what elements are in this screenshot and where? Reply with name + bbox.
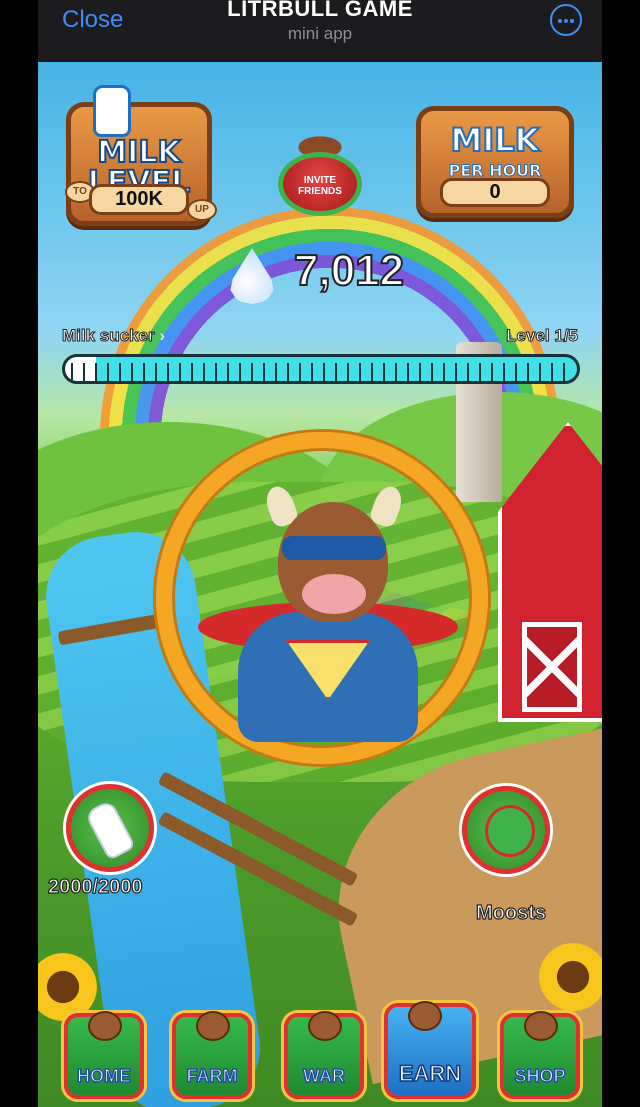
tag-right: UP (187, 199, 217, 221)
invite-label: FRIENDS (298, 186, 342, 197)
milk-bottle-icon (93, 85, 131, 137)
mini-app-header: Close LITRBULL GAME mini app (38, 0, 602, 62)
invite-badge: INVITE FRIENDS (278, 152, 362, 216)
rank-name: Milk sucker (62, 326, 156, 346)
nav-farm[interactable]: FARM (168, 977, 256, 1099)
more-options-icon[interactable] (550, 4, 582, 36)
cow-icon (524, 1011, 558, 1041)
moosts-label: Moosts (475, 901, 546, 924)
energy-boost-button[interactable] (66, 784, 154, 872)
nav-earn[interactable]: EARN (380, 967, 480, 1099)
rank-link[interactable]: Milk sucker › (62, 326, 166, 346)
level-indicator: Level 1/5 (506, 326, 579, 346)
nav-label: FARM (186, 1065, 239, 1087)
milk-per-hour-title: MILK (450, 120, 541, 160)
milk-per-hour-sign[interactable]: MILK PER HOUR 0 (416, 106, 574, 218)
milk-level-sign[interactable]: MILK LEVEL TO UP 100K (65, 85, 217, 226)
invite-friends-button[interactable]: INVITE FRIENDS (270, 122, 370, 222)
bull-icon (408, 1001, 442, 1031)
hero-cow-icon (485, 805, 535, 857)
game-screen: MILK LEVEL TO UP 100K INVITE FRIENDS MIL… (38, 62, 602, 1107)
milk-bottle-icon (84, 799, 136, 861)
energy-counter: 2000/2000 (47, 875, 143, 898)
nav-label: WAR (302, 1065, 346, 1087)
milk-level-value: 100K (89, 184, 189, 215)
level-progress-bar (62, 354, 580, 384)
bottom-navigation: HOME FARM WAR EARN SHOP (38, 967, 602, 1107)
bull-icon (88, 1011, 122, 1041)
nav-home[interactable]: HOME (60, 977, 148, 1099)
app-title: LITRBULL GAME (227, 0, 413, 21)
bull-icon (196, 1011, 230, 1041)
hero-mask (282, 536, 386, 560)
nav-war[interactable]: WAR (280, 977, 368, 1099)
bulls-fighting-icon (308, 1011, 342, 1041)
app-subtitle: mini app (287, 24, 353, 43)
barn-door (522, 622, 582, 712)
chevron-right-icon: › (159, 326, 166, 345)
progress-ticks (71, 363, 571, 381)
milk-balance: 7,012 (293, 245, 405, 296)
milk-per-hour-value: 0 (440, 178, 550, 207)
nav-label: EARN (398, 1060, 462, 1087)
bull-snout (302, 574, 366, 614)
moosts-button[interactable] (462, 786, 550, 874)
nav-label: HOME (76, 1065, 132, 1087)
nav-label: SHOP (514, 1065, 567, 1087)
superhero-bull-character[interactable] (198, 482, 458, 742)
nav-shop[interactable]: SHOP (496, 977, 584, 1099)
invite-label: INVITE (303, 175, 337, 186)
